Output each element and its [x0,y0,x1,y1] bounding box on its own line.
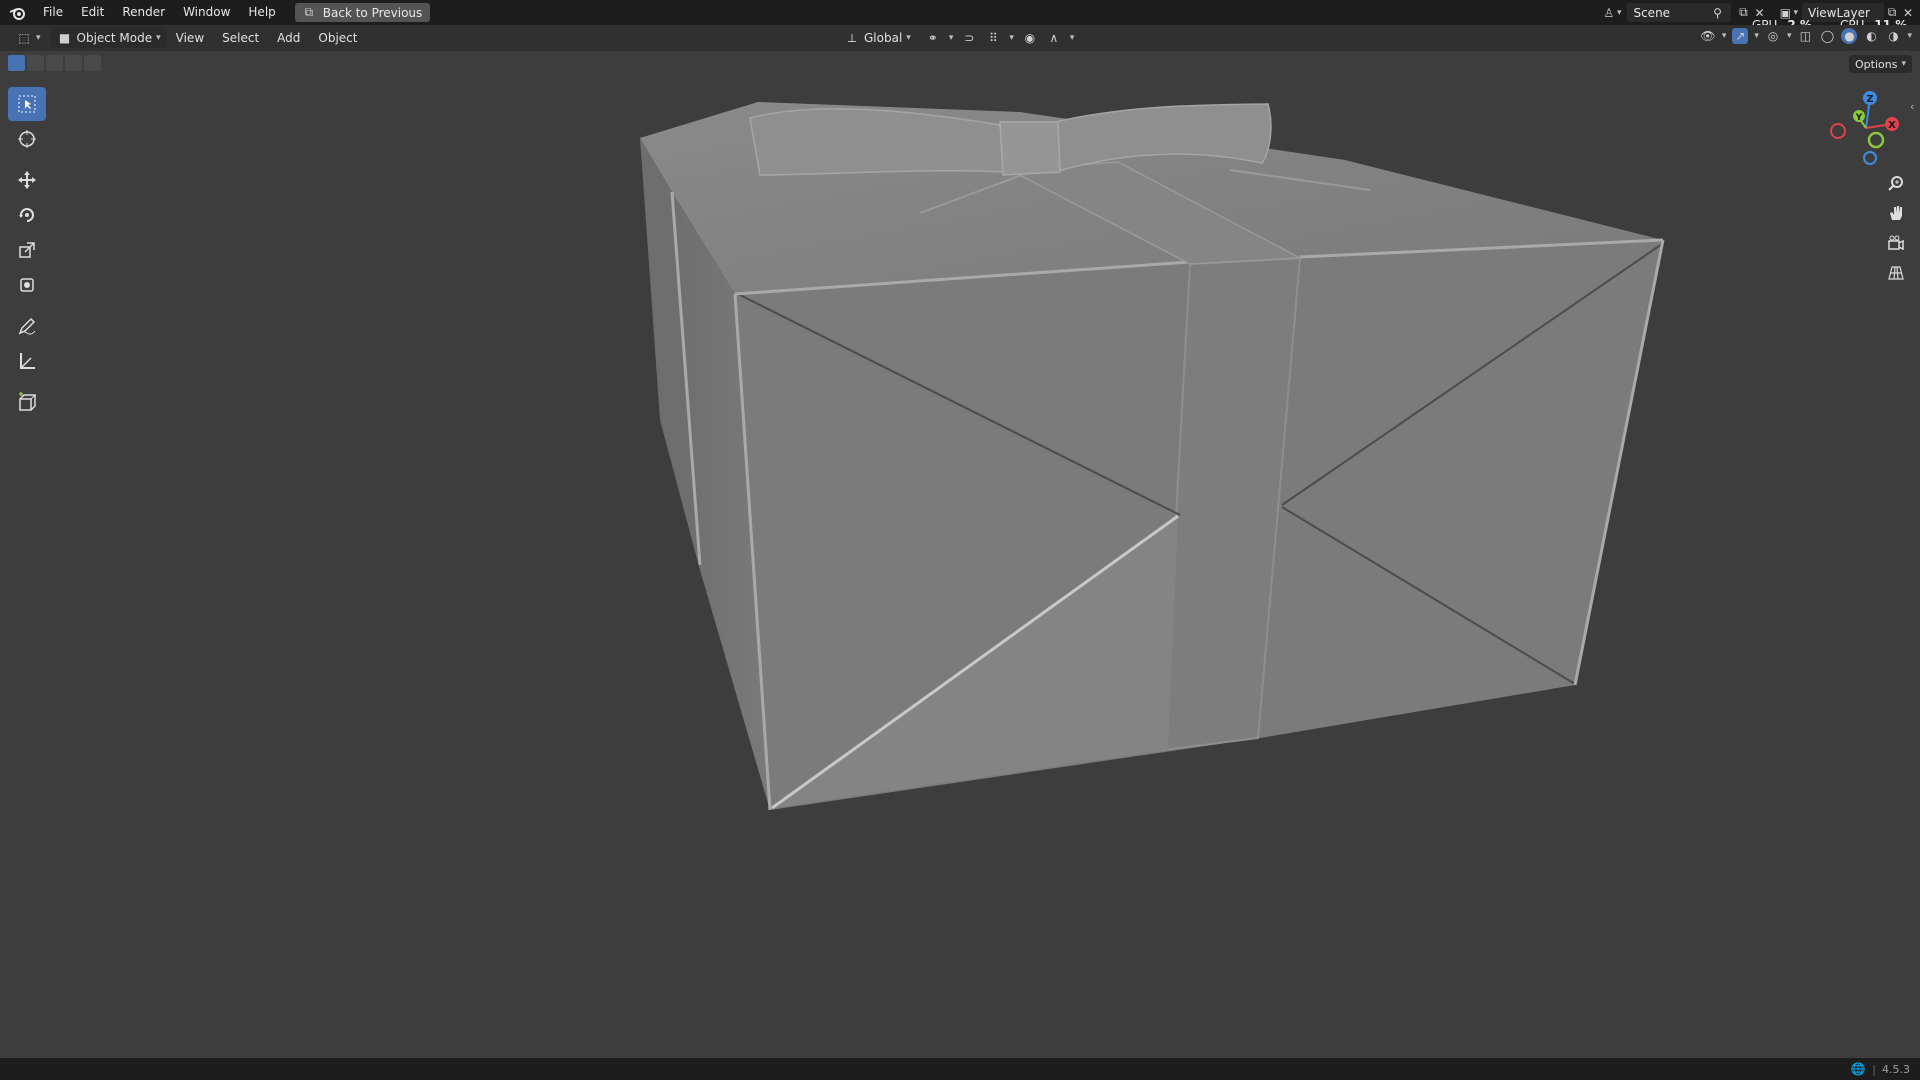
scene-selector-icon[interactable]: ♙ [1601,5,1617,21]
viewport-header: ⬚ ▾ ■ Object Mode ▾ View Select Add Objec… [0,25,1920,51]
menu-edit[interactable]: Edit [72,0,113,25]
transform-orientation-label: Global [864,31,903,45]
svg-text:Y: Y [1855,113,1863,123]
perspective-grid-icon[interactable] [1880,258,1912,288]
menu-help[interactable]: Help [239,0,284,25]
snap-toggle-icon[interactable]: ⊃ [961,30,977,46]
menu-file[interactable]: File [34,0,72,25]
snap-target-icon[interactable]: ⠿ [985,30,1001,46]
zoom-icon[interactable] [1880,168,1912,198]
overlays-icon[interactable]: ◎ [1765,28,1781,44]
options-label: Options [1855,57,1898,71]
menu-render[interactable]: Render [113,0,174,25]
select-invert-icon[interactable] [65,55,82,71]
navigation-gizmo[interactable]: Z X Y [1820,88,1900,168]
falloff-icon[interactable]: ∧ [1046,30,1062,46]
svg-text:Z: Z [1866,94,1873,105]
orientation-axes-icon: ⟂ [847,30,856,45]
object-mode-label: Object Mode [76,31,153,45]
svg-text:X: X [1888,120,1896,131]
menu-object[interactable]: Object [309,25,366,51]
add-cube-tool[interactable] [8,385,46,419]
scene-field[interactable]: Scene ⚲ [1627,3,1732,22]
back-to-previous-button[interactable]: ⧉ Back to Previous [294,3,431,22]
move-tool[interactable] [8,163,46,197]
pivot-point-icon[interactable]: ⚭ [925,30,941,46]
select-new-icon[interactable] [8,55,25,71]
visibility-icon[interactable]: 👁 [1700,28,1716,44]
object-mode-dropdown[interactable]: ■ Object Mode ▾ [50,28,167,48]
select-extend-icon[interactable] [27,55,44,71]
menu-add[interactable]: Add [268,25,309,51]
menu-window[interactable]: Window [174,0,239,25]
blender-logo-icon[interactable] [0,0,34,25]
editor-type-button[interactable]: ⬚ ▾ [10,28,47,48]
object-mode-icon: ■ [58,31,71,45]
measure-ruler-icon [20,353,35,369]
menu-select[interactable]: Select [213,25,268,51]
neg-y-axis-icon[interactable] [1867,131,1885,149]
select-box-icon [18,95,36,113]
tool-shelf [8,87,46,420]
rotate-tool[interactable] [8,198,46,232]
cursor-icon [18,130,36,148]
camera-view-icon[interactable] [1880,228,1912,258]
solid-shading-icon[interactable]: ● [1841,28,1858,44]
screen-back-icon: ⧉ [304,5,314,19]
scene-name: Scene [1633,5,1671,20]
3d-viewport-icon: ⬚ [18,31,30,45]
network-globe-icon[interactable]: 🌐 [1850,1061,1866,1077]
pin-icon[interactable]: ⚲ [1709,5,1725,21]
add-cube-icon [19,392,36,411]
navigation-tools [1880,168,1912,288]
options-dropdown[interactable]: Options ▾ [1849,55,1912,73]
menu-view[interactable]: View [167,25,213,51]
annotate-tool[interactable] [8,309,46,343]
version-label: 4.5.3 [1882,1062,1910,1076]
transform-icon [20,278,34,292]
wireframe-shading-icon[interactable]: ◯ [1819,28,1835,44]
gizmo-toggle-icon[interactable]: ↗ [1732,28,1749,44]
rotate-icon [19,208,34,222]
new-scene-icon[interactable]: ⧉ [1735,5,1751,21]
transform-tool[interactable] [8,268,46,302]
select-subtract-icon[interactable] [46,55,63,71]
annotate-pencil-icon [18,317,36,335]
scale-icon [19,242,35,258]
neg-x-axis-icon[interactable] [1830,123,1846,139]
neg-z-axis-icon[interactable] [1863,151,1877,165]
move-icon [18,171,36,189]
status-bar: 🌐 | 4.5.3 [0,1058,1920,1080]
scale-tool[interactable] [8,233,46,267]
xray-icon[interactable]: ◫ [1797,28,1813,44]
measure-tool[interactable] [8,344,46,378]
select-box-tool[interactable] [8,87,46,121]
transform-orientation-dropdown[interactable]: ⟂ Global ▾ [838,28,917,48]
top-bar: File Edit Render Window Help ⧉ Back to P… [0,0,1920,32]
selection-mode-group [8,55,101,71]
gift-box-model [640,102,1665,811]
sidebar-toggle-icon[interactable]: ‹ [1910,100,1914,113]
bow-knot [999,121,1061,176]
select-intersect-icon[interactable] [84,55,101,71]
proportional-editing-icon[interactable]: ◉ [1022,30,1038,46]
pan-hand-icon[interactable] [1880,198,1912,228]
cursor-tool[interactable] [8,122,46,156]
rendered-shading-icon[interactable]: ◑ [1885,28,1901,44]
back-to-previous-label: Back to Previous [322,5,423,20]
material-shading-icon[interactable]: ◐ [1863,28,1879,44]
